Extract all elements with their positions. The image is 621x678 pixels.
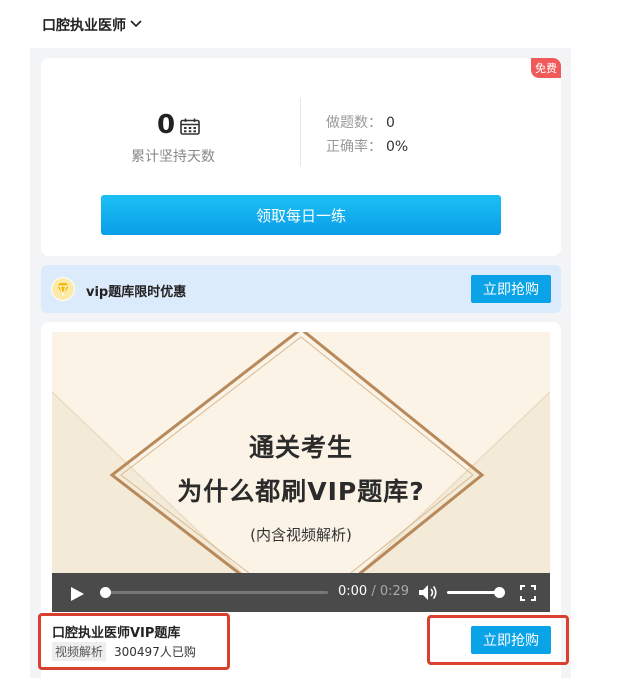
stats-divider: [300, 98, 301, 166]
exam-selector-label: 口腔执业医师: [42, 18, 126, 34]
video-controls: 0:00 / 0:29: [52, 573, 550, 612]
product-title[interactable]: 口腔执业医师VIP题库: [52, 622, 180, 641]
current-time: 0:00: [338, 584, 368, 599]
progress-handle[interactable]: [100, 587, 111, 598]
exam-selector[interactable]: 口腔执业医师: [42, 15, 143, 35]
vip-promo-bar: vip题库限时优惠 立即抢购: [41, 265, 561, 313]
diamond-icon: [51, 277, 75, 301]
video-headline-1: 通关考生: [248, 433, 353, 462]
questions-label: 做题数：: [326, 115, 382, 131]
volume-handle[interactable]: [494, 587, 505, 598]
streak-days-label: 累计坚持天数: [131, 149, 215, 165]
volume-icon[interactable]: [418, 584, 438, 605]
fullscreen-icon[interactable]: [520, 585, 536, 605]
play-icon[interactable]: [70, 586, 84, 605]
video-headline-2: 为什么都刷VIP题库?: [177, 477, 425, 506]
volume-slider[interactable]: [447, 591, 499, 594]
streak-days-value: 0: [157, 110, 176, 140]
daily-practice-button[interactable]: 领取每日一练: [101, 195, 501, 235]
promo-buy-button[interactable]: 立即抢购: [471, 275, 551, 303]
questions-stat: 做题数： 0: [326, 112, 395, 132]
video-analysis-tag: 视频解析: [52, 642, 107, 661]
time-display: 0:00 / 0:29: [338, 584, 409, 599]
accuracy-value: 0%: [386, 139, 409, 155]
product-card: 通关考生 为什么都刷VIP题库? (内含视频解析) 0:00 / 0:29 口腔…: [41, 322, 561, 678]
time-separator: /: [367, 584, 380, 599]
calendar-icon[interactable]: [180, 112, 200, 142]
product-buy-button[interactable]: 立即抢购: [471, 626, 551, 654]
streak-days: 0: [157, 108, 200, 142]
duration: 0:29: [379, 584, 410, 599]
buyers-count: 300497人已购: [114, 645, 196, 659]
promo-text: vip题库限时优惠: [86, 285, 187, 300]
video-subheadline: (内含视频解析): [250, 526, 352, 544]
top-header: 口腔执业医师: [30, 0, 571, 48]
accuracy-label: 正确率：: [326, 139, 382, 155]
product-meta: 视频解析 300497人已购: [52, 642, 196, 661]
accuracy-stat: 正确率： 0%: [326, 136, 408, 156]
free-badge: 免费: [531, 58, 561, 78]
questions-value: 0: [386, 115, 395, 131]
progress-bar[interactable]: [106, 591, 328, 594]
study-stats-card: 免费 0 累计坚持天数 做题数： 0 正确率： 0% 领取每日一练: [41, 58, 561, 256]
chevron-down-icon: [129, 17, 143, 33]
video-player[interactable]: 通关考生 为什么都刷VIP题库? (内含视频解析) 0:00 / 0:29: [52, 332, 550, 612]
